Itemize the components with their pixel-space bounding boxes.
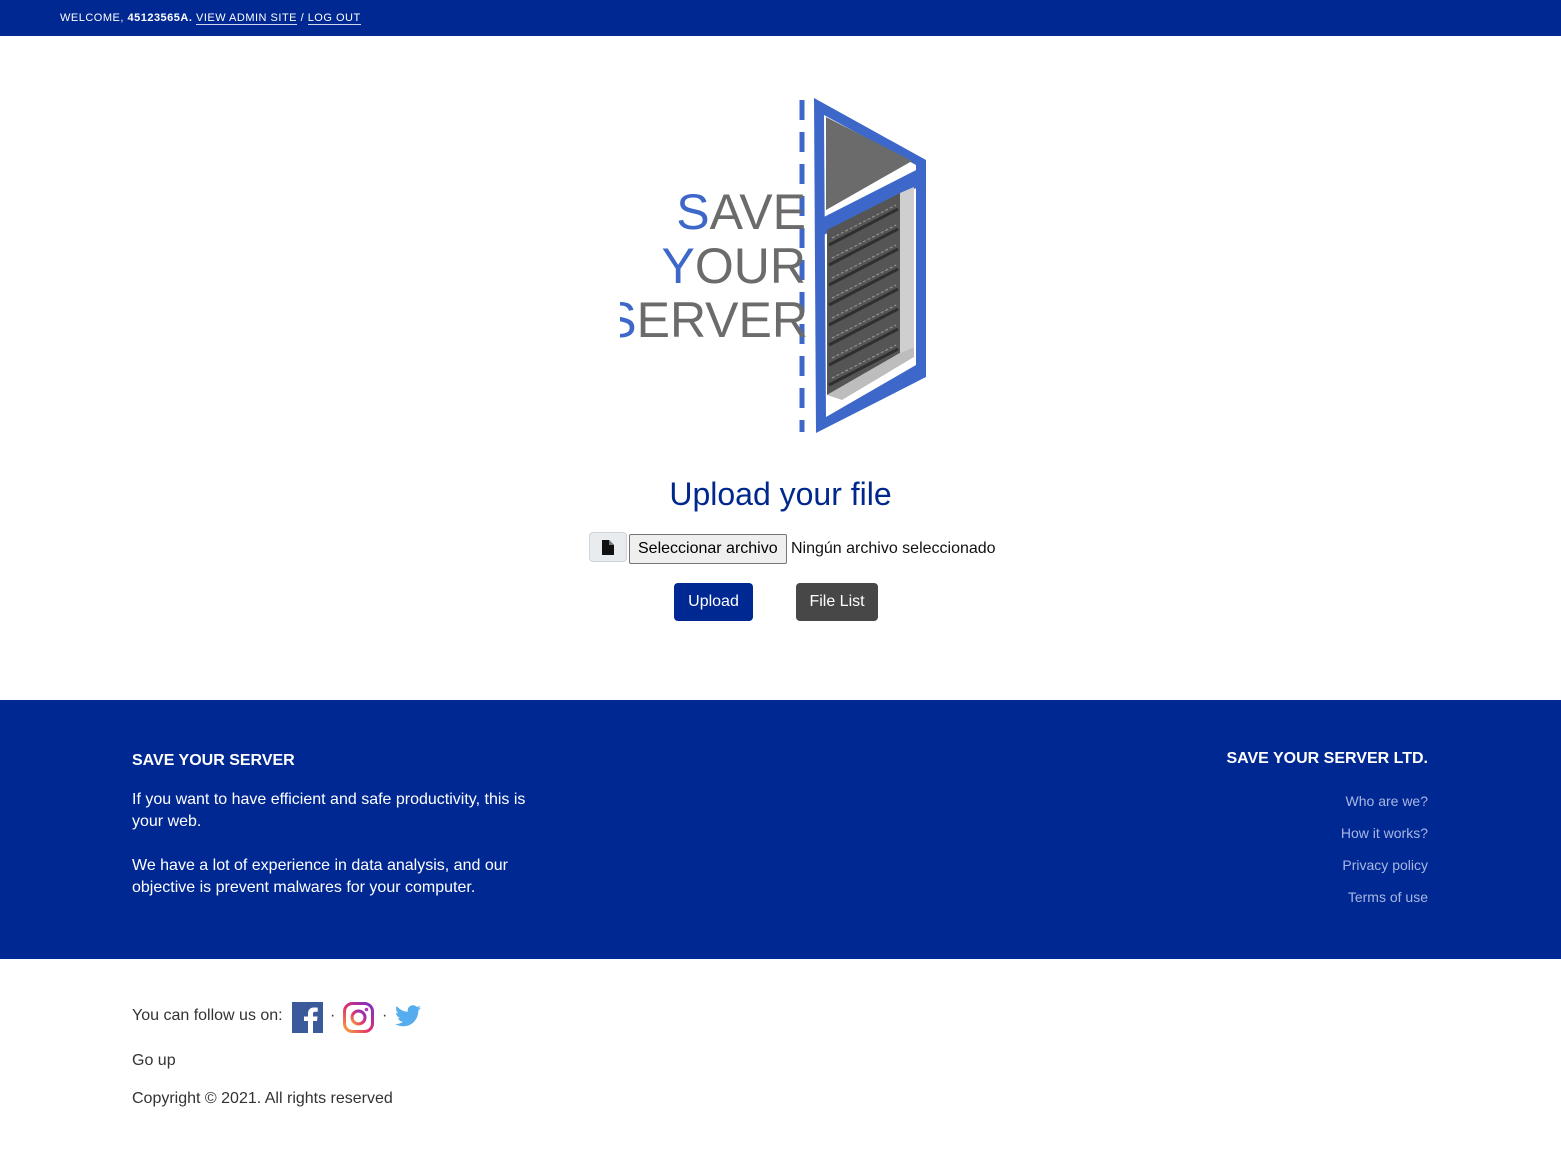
- welcome-text: Welcome,: [60, 12, 124, 24]
- footer-paragraph-2: We have a lot of experience in data anal…: [132, 857, 508, 896]
- footer-brand: SAVE YOUR SERVER: [132, 752, 295, 769]
- instagram-icon[interactable]: [343, 1002, 374, 1033]
- logo-line-save: SAVE: [676, 184, 806, 240]
- footer-link-terms-of-use[interactable]: Terms of use: [1348, 889, 1428, 905]
- top-bar: Welcome, 45123565A. View admin site / Lo…: [0, 0, 1561, 36]
- username: 45123565A.: [127, 12, 193, 24]
- file-icon: [602, 540, 614, 555]
- separator: /: [300, 12, 305, 24]
- footer-link-privacy-policy[interactable]: Privacy policy: [1342, 857, 1428, 873]
- social-separator: ·: [382, 1007, 388, 1024]
- footer-link-who-are-we[interactable]: Who are we?: [1346, 793, 1428, 809]
- footer-paragraph-1: If you want to have efficient and safe p…: [132, 791, 526, 830]
- logo-line-your: YOUR: [662, 238, 806, 294]
- footer-links: Who are we? How it works? Privacy policy…: [1341, 793, 1428, 921]
- upload-button[interactable]: Upload: [674, 583, 753, 621]
- footer-link-how-it-works[interactable]: How it works?: [1341, 825, 1428, 841]
- save-your-server-logo: SAVE YOUR SERVER: [620, 98, 926, 433]
- view-admin-site-link[interactable]: View admin site: [195, 12, 297, 25]
- copyright: Copyright © 2021. All rights reserved: [132, 1090, 393, 1107]
- choose-file-button[interactable]: Seleccionar archivo: [629, 534, 787, 564]
- footer: SAVE YOUR SERVER If you want to have eff…: [0, 700, 1561, 959]
- logout-link[interactable]: Log out: [307, 12, 361, 25]
- footer-company: SAVE YOUR SERVER LTD.: [1226, 750, 1428, 767]
- user-tools: Welcome, 45123565A. View admin site / Lo…: [60, 12, 361, 25]
- facebook-icon[interactable]: [292, 1002, 323, 1033]
- go-up-link[interactable]: Go up: [132, 1052, 176, 1070]
- twitter-icon[interactable]: [395, 1005, 421, 1027]
- upload-title: Upload your file: [669, 476, 892, 512]
- social-separator: ·: [330, 1007, 336, 1024]
- file-list-button[interactable]: File List: [796, 583, 878, 621]
- logo-line-server: SERVER: [620, 292, 808, 348]
- file-status-text: Ningún archivo seleccionado: [791, 540, 996, 557]
- file-input-addon: [589, 532, 627, 562]
- follow-label: You can follow us on:: [132, 1007, 283, 1024]
